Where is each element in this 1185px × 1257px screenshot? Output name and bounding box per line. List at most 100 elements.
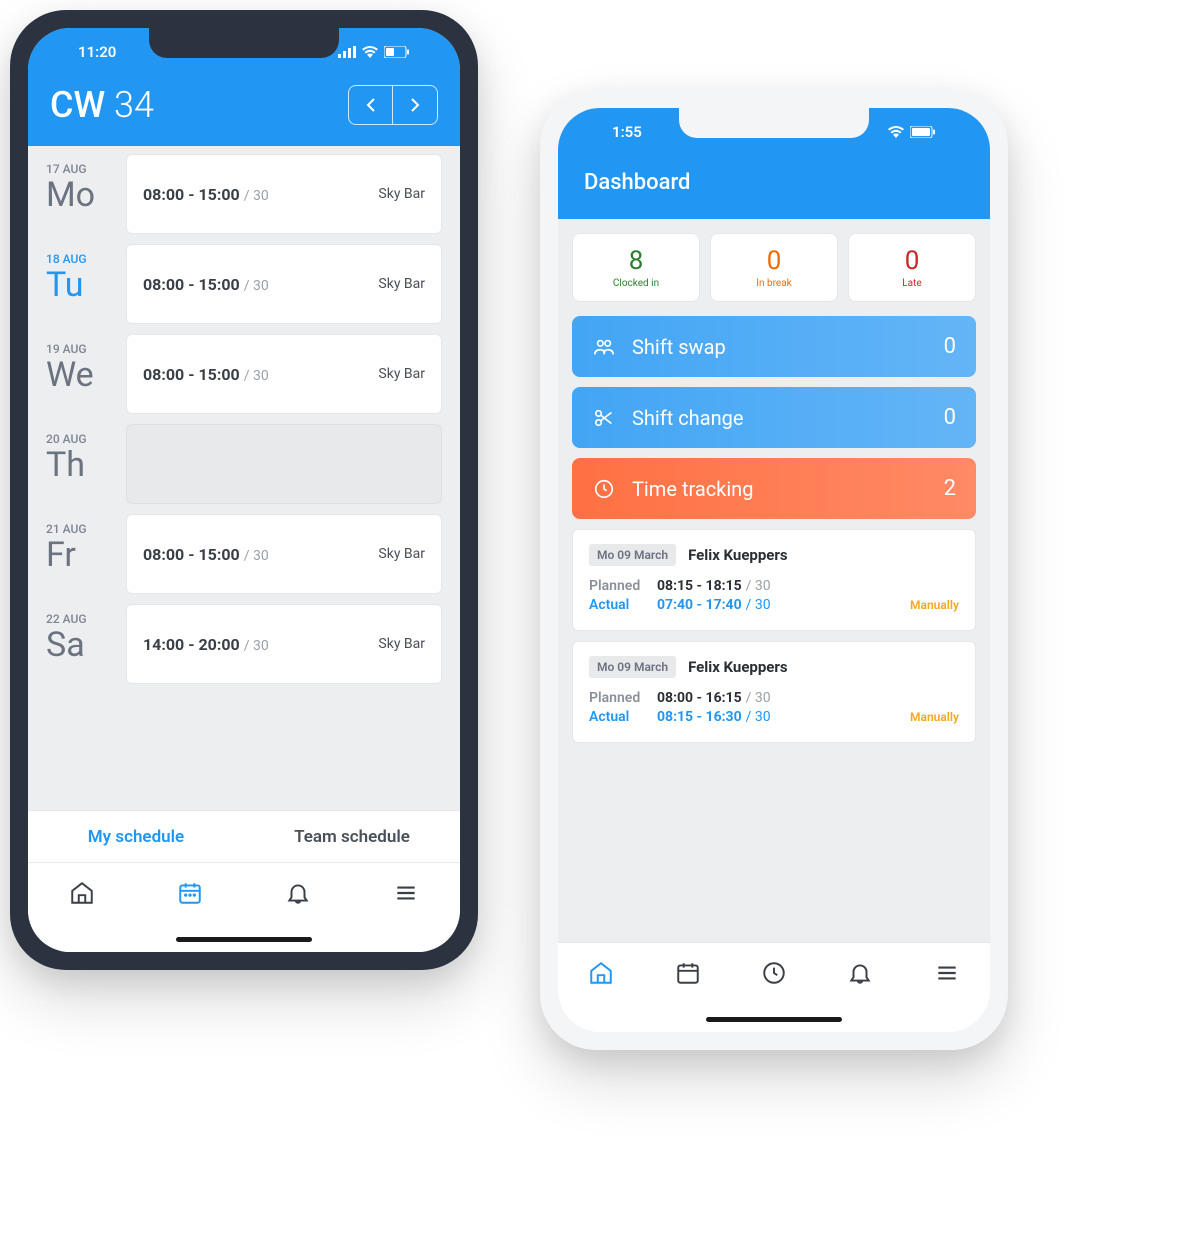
entry-tag: Manually xyxy=(910,598,959,612)
users-icon xyxy=(592,336,616,358)
day-date: 22 AUG xyxy=(46,612,114,626)
stat-number: 8 xyxy=(577,246,695,276)
stat-card[interactable]: 0In break xyxy=(710,233,838,302)
actual-label: Actual xyxy=(589,597,657,613)
shift-duration: / 30 xyxy=(244,638,269,654)
nav-home[interactable] xyxy=(68,879,96,907)
day-label: 21 AUGFr xyxy=(46,514,114,594)
day-label: 20 AUGTh xyxy=(46,424,114,504)
day-date: 20 AUG xyxy=(46,432,114,446)
shift-time: 08:00 - 15:00 xyxy=(143,185,240,204)
action-count: 0 xyxy=(944,405,956,430)
shift-time: 14:00 - 20:00 xyxy=(143,635,240,654)
action-card[interactable]: Shift swap0 xyxy=(572,316,976,377)
action-card[interactable]: Time tracking2 xyxy=(572,458,976,519)
day-abbr: Mo xyxy=(46,176,114,215)
actual-label: Actual xyxy=(589,709,657,725)
time-entry-card[interactable]: Mo 09 March Felix Kueppers Planned 08:00… xyxy=(572,641,976,743)
shift-card[interactable] xyxy=(126,424,442,504)
action-label: Shift change xyxy=(632,406,944,430)
week-nav xyxy=(348,85,438,125)
stat-label: In break xyxy=(715,278,833,289)
day-date: 18 AUG xyxy=(46,252,114,266)
time-entries: Mo 09 March Felix Kueppers Planned 08:15… xyxy=(572,529,976,743)
day-row: 21 AUGFr08:00 - 15:00/ 30Sky Bar xyxy=(46,514,442,594)
shift-card[interactable]: 14:00 - 20:00/ 30 Sky Bar xyxy=(126,604,442,684)
action-count: 0 xyxy=(944,334,956,359)
stat-card[interactable]: 0Late xyxy=(848,233,976,302)
calendar-icon xyxy=(177,880,203,906)
day-date: 17 AUG xyxy=(46,162,114,176)
bell-icon xyxy=(285,880,311,906)
nav-notifications[interactable] xyxy=(284,879,312,907)
planned-duration: / 30 xyxy=(746,578,771,594)
tab-team-schedule[interactable]: Team schedule xyxy=(244,811,460,862)
planned-duration: / 30 xyxy=(746,690,771,706)
shift-card[interactable]: 08:00 - 15:00/ 30Sky Bar xyxy=(126,514,442,594)
calendar-icon xyxy=(675,960,701,986)
day-label: 19 AUGWe xyxy=(46,334,114,414)
shift-duration: / 30 xyxy=(244,188,269,204)
shift-duration: / 30 xyxy=(244,368,269,384)
action-card[interactable]: Shift change0 xyxy=(572,387,976,448)
day-row: 22 AUGSa 14:00 - 20:00/ 30 Sky Bar xyxy=(46,604,442,684)
nav-notifications[interactable] xyxy=(846,959,874,987)
day-abbr: Th xyxy=(46,446,114,485)
entry-date: Mo 09 March xyxy=(589,656,676,678)
shift-time: 08:00 - 15:00 xyxy=(143,275,240,294)
menu-icon xyxy=(934,960,960,986)
action-list: Shift swap0Shift change0Time tracking2 xyxy=(572,316,976,519)
entry-date: Mo 09 March xyxy=(589,544,676,566)
day-label: 22 AUGSa xyxy=(46,604,114,684)
nav-menu[interactable] xyxy=(392,879,420,907)
chevron-left-icon xyxy=(366,97,376,113)
bottom-nav xyxy=(28,862,460,952)
prev-week-button[interactable] xyxy=(349,86,393,124)
next-week-button[interactable] xyxy=(393,86,437,124)
shift-card[interactable]: 08:00 - 15:00/ 30Sky Bar xyxy=(126,334,442,414)
phone-dashboard: 1:55 Dashboard 8Clocked in0In break0Late… xyxy=(540,90,1008,1050)
day-label: 18 AUGTu xyxy=(46,244,114,324)
battery-icon xyxy=(910,126,936,138)
shift-time: 08:00 - 15:00 xyxy=(143,365,240,384)
action-count: 2 xyxy=(944,476,956,501)
action-label: Shift swap xyxy=(632,335,944,359)
menu-icon xyxy=(393,880,419,906)
shift-card[interactable]: 08:00 - 15:00/ 30Sky Bar xyxy=(126,244,442,324)
nav-calendar[interactable] xyxy=(176,879,204,907)
battery-icon xyxy=(384,46,410,58)
day-row: 19 AUGWe08:00 - 15:00/ 30Sky Bar xyxy=(46,334,442,414)
day-abbr: Fr xyxy=(46,536,114,575)
schedule-list[interactable]: 17 AUGMo08:00 - 15:00/ 30Sky Bar18 AUGTu… xyxy=(28,146,460,810)
chevron-right-icon xyxy=(410,97,420,113)
planned-time: 08:15 - 18:15 xyxy=(657,578,742,594)
wifi-icon xyxy=(888,126,904,138)
dashboard-body[interactable]: 8Clocked in0In break0Late Shift swap0Shi… xyxy=(558,219,990,942)
signal-icon xyxy=(338,46,356,58)
status-time: 11:20 xyxy=(78,43,116,61)
nav-calendar[interactable] xyxy=(674,959,702,987)
shift-card[interactable]: 08:00 - 15:00/ 30 Sky Bar xyxy=(126,154,442,234)
entry-name: Felix Kueppers xyxy=(688,546,788,564)
entry-name: Felix Kueppers xyxy=(688,658,788,676)
day-row: 17 AUGMo 08:00 - 15:00/ 30 Sky Bar xyxy=(46,154,442,234)
nav-home[interactable] xyxy=(587,959,615,987)
day-row: 18 AUGTu08:00 - 15:00/ 30Sky Bar xyxy=(46,244,442,324)
nav-time[interactable] xyxy=(760,959,788,987)
actual-duration: / 30 xyxy=(746,597,771,613)
shift-location: Sky Bar xyxy=(378,636,425,652)
shift-location: Sky Bar xyxy=(378,186,425,202)
tab-my-schedule[interactable]: My schedule xyxy=(28,811,244,862)
time-entry-card[interactable]: Mo 09 March Felix Kueppers Planned 08:15… xyxy=(572,529,976,631)
day-date: 19 AUG xyxy=(46,342,114,356)
clock-icon xyxy=(592,478,616,500)
planned-label: Planned xyxy=(589,690,657,706)
stat-number: 0 xyxy=(853,246,971,276)
planned-time: 08:00 - 16:15 xyxy=(657,690,742,706)
actual-time: 08:15 - 16:30 xyxy=(657,709,742,725)
status-icons xyxy=(888,126,936,138)
stat-card[interactable]: 8Clocked in xyxy=(572,233,700,302)
clock-icon xyxy=(761,960,787,986)
planned-label: Planned xyxy=(589,578,657,594)
nav-menu[interactable] xyxy=(933,959,961,987)
